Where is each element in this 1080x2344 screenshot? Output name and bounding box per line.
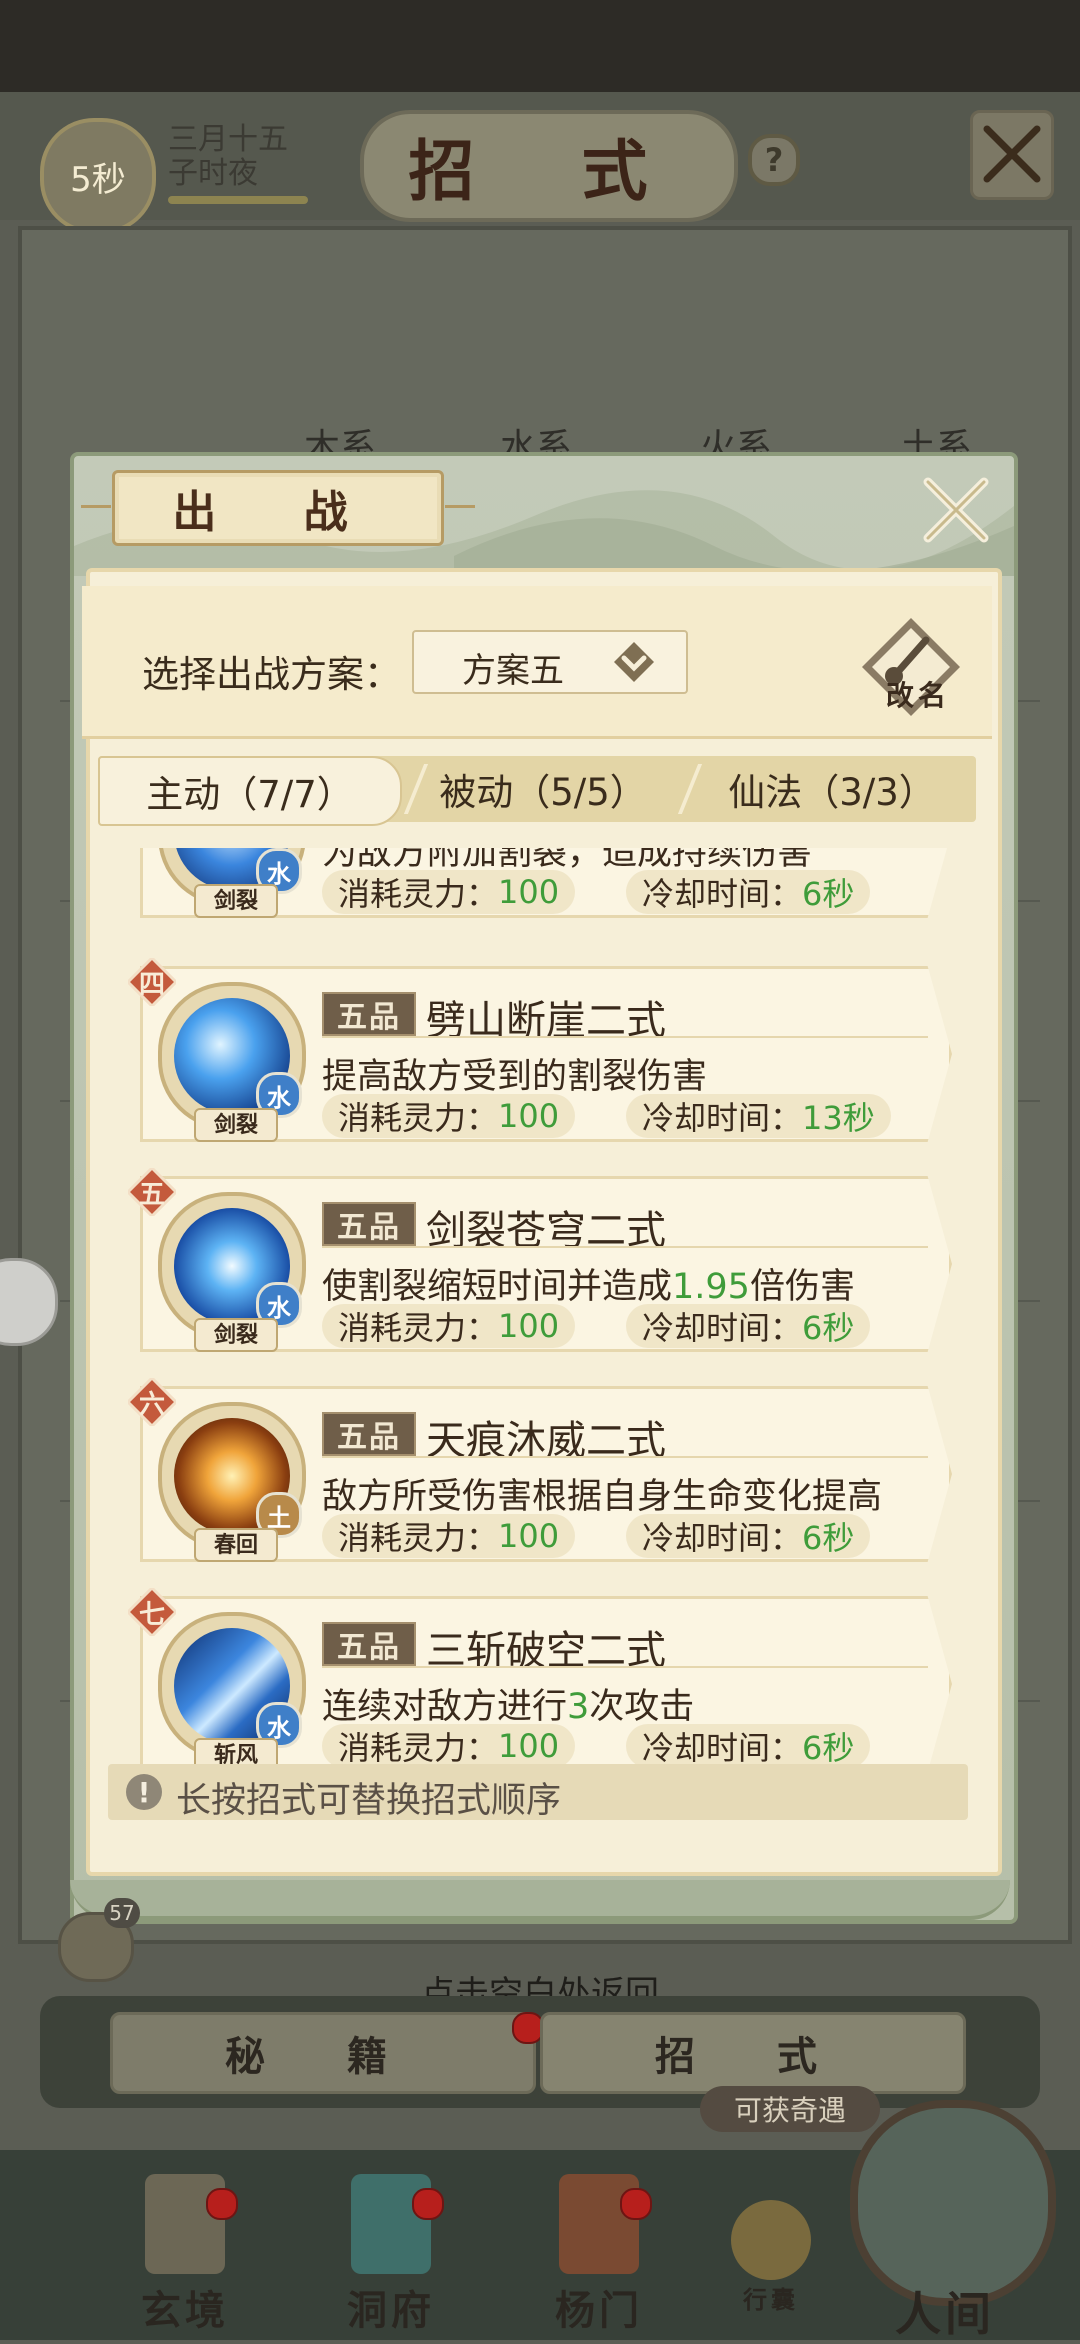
skill-description: 提高敌方受到的割裂伤害 [322,1057,708,1097]
skill-card[interactable]: 四 水 剑裂 五品 劈山断崖二式 提高敌方受到的割裂伤害 消耗灵力： 100 冷却… [110,952,956,1142]
cooldown: 冷却时间： 13秒 [626,1094,891,1138]
grade-badge: 五品 [322,992,416,1036]
close-icon[interactable] [918,472,994,548]
chat-count-badge: 57 [104,1898,140,1928]
nav-xuanjing[interactable]: 玄境 [110,2160,260,2334]
nav-xingnang[interactable]: 行囊 [696,2160,846,2330]
skill-type-tabs: 主动（7/7） 被动（5/5） 仙法（3/3） [98,756,976,826]
notification-dot [620,2188,652,2220]
dialog-bottom-edge [70,1880,1010,1920]
plan-value: 方案五 [462,651,564,691]
game-time: 子时夜 [168,156,258,191]
mana-cost: 消耗灵力： 100 [322,1094,576,1138]
tab-moves[interactable]: 招 式 [540,2012,966,2094]
hint-text: 长按招式可替换招式顺序 [176,1781,562,1821]
grade-badge: 五品 [322,1412,416,1456]
info-icon: ! [126,1774,162,1810]
order-number: 七 [138,1600,165,1630]
close-icon [983,125,1041,183]
divider [322,1036,928,1038]
close-page-button[interactable] [970,110,1054,200]
notification-dot [412,2188,444,2220]
skill-school: 春回 [194,1528,278,1562]
nav-label: 洞府 [347,2287,435,2334]
cooldown: 冷却时间： 6秒 [626,1724,871,1764]
rename-label: 改名 [886,679,951,712]
skill-description: 连续对敌方进行3次攻击 [322,1687,695,1727]
skill-list[interactable]: 水 剑裂 为敌方附加割裂，造成持续伤害 消耗灵力： 100 冷却时间： 6秒 四 水… [110,848,966,1764]
adventure-available-tag[interactable]: 可获奇遇 [700,2086,880,2132]
pouch-icon [731,2200,811,2280]
page-title: 招 式 [360,110,738,222]
skill-school: 斩风 [194,1738,278,1764]
nav-label: 人间 [895,2287,995,2341]
plan-label: 选择出战方案： [142,653,401,696]
grade-badge: 五品 [322,1622,416,1666]
skill-school: 剑裂 [194,884,278,918]
tab-magic-skills[interactable]: 仙法（3/3） [688,756,976,822]
divider [322,1666,928,1668]
mana-cost: 消耗灵力： 100 [322,1304,576,1348]
time-progress [168,196,308,204]
notification-dot [206,2188,238,2220]
cooldown: 冷却时间： 6秒 [626,1514,871,1558]
grade-badge: 五品 [322,1202,416,1246]
skill-card[interactable]: 水 剑裂 为敌方附加割裂，造成持续伤害 消耗灵力： 100 冷却时间： 6秒 [110,848,956,918]
skill-card[interactable]: 七 水 斩风 五品 三斩破空二式 连续对敌方进行3次攻击 消耗灵力： 100 冷却… [110,1582,956,1764]
status-strip [0,0,1080,92]
nav-label: 行囊 [743,2285,799,2314]
rename-button[interactable]: 改名 [856,612,966,722]
reorder-hint: ! 长按招式可替换招式顺序 [108,1764,968,1821]
skill-card[interactable]: 六 土 春回 五品 天痕沐威二式 敌方所受伤害根据自身生命变化提高 消耗灵力： 1… [110,1372,956,1562]
timer-badge: 5秒 [40,118,156,234]
skill-description: 使割裂缩短时间并造成1.95倍伤害 [322,1267,855,1307]
plan-dropdown[interactable]: 方案五 [412,630,688,694]
help-button[interactable]: ? [748,134,800,186]
skill-description: 敌方所受伤害根据自身生命变化提高 [322,1477,883,1517]
mana-cost: 消耗灵力： 100 [322,1724,576,1764]
cooldown: 冷却时间： 6秒 [626,870,871,914]
dialog-title: 出 战 [81,470,475,546]
cooldown: 冷却时间： 6秒 [626,1304,871,1348]
divider [322,1456,928,1458]
order-number: 四 [138,970,165,1000]
tab-active-skills[interactable]: 主动（7/7） [98,756,402,826]
chevron-down-icon [614,642,654,682]
tab-passive-skills[interactable]: 被动（5/5） [398,756,688,822]
nav-yangmen[interactable]: 杨门 [524,2160,674,2334]
nav-renjian[interactable]: 人间 [870,2160,1020,2341]
skill-school: 剑裂 [194,1318,278,1352]
mana-cost: 消耗灵力： 100 [322,870,576,914]
tab-secret-manuals[interactable]: 秘 籍 [110,2012,536,2094]
order-number: 六 [138,1390,165,1420]
plan-selector-row: 选择出战方案： 方案五 改名 [82,586,992,739]
mana-cost: 消耗灵力： 100 [322,1514,576,1558]
skill-card[interactable]: 五 水 剑裂 五品 剑裂苍穹二式 使割裂缩短时间并造成1.95倍伤害 消耗灵力：… [110,1162,956,1352]
nav-dongfu[interactable]: 洞府 [316,2160,466,2334]
nav-label: 玄境 [141,2287,229,2334]
divider [322,1246,928,1248]
order-number: 五 [138,1180,165,1210]
skill-school: 剑裂 [194,1108,278,1142]
nav-label: 杨门 [555,2287,643,2334]
